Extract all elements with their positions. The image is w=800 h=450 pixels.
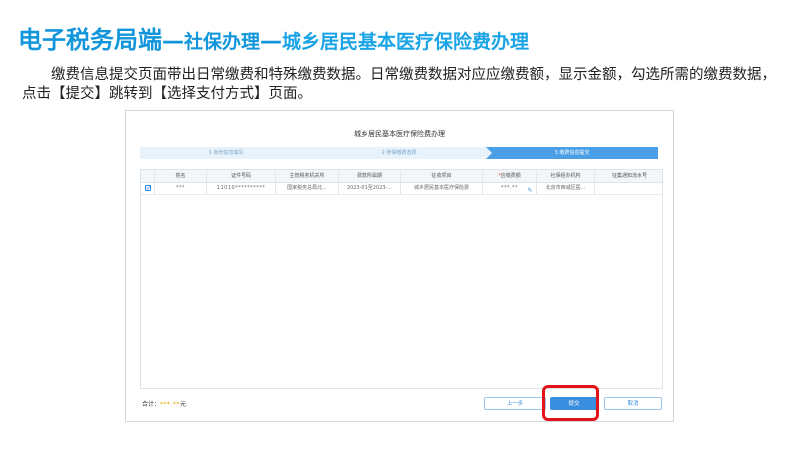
title-dash: — bbox=[162, 29, 184, 54]
screenshot-frame: 城乡居民基本医疗保险费办理 1 身份信息填写 2 参保缴费选择 3 缴费信息提交… bbox=[125, 110, 674, 422]
total-label: 合计： bbox=[142, 401, 161, 408]
amount-value: ***.** bbox=[500, 185, 519, 191]
table-row[interactable]: *** 11010********** 国家税务总局北... 2023-01至2… bbox=[141, 183, 662, 195]
col-item: 征收项目 bbox=[401, 170, 483, 182]
col-period: 费款所属期 bbox=[339, 170, 401, 182]
title-dash: — bbox=[260, 29, 283, 54]
step-selection: 2 参保缴费选择 bbox=[312, 147, 492, 159]
col-amount-label: 应缴费额 bbox=[500, 173, 521, 179]
col-tax-office: 主管税务机关所 bbox=[276, 170, 339, 182]
header-checkbox-col bbox=[141, 170, 155, 182]
cell-agency: 北京市西城区医... bbox=[537, 183, 595, 194]
total-unit: 元 bbox=[179, 401, 186, 408]
cell-tax-office: 国家税务总局北... bbox=[276, 183, 339, 194]
cell-period: 2023-01至2023-... bbox=[339, 183, 401, 194]
edit-icon[interactable]: ✎ bbox=[527, 185, 533, 194]
col-serial: 征集通知流水号 bbox=[611, 173, 647, 179]
step-progress: 1 身份信息填写 2 参保缴费选择 3 缴费信息提交 bbox=[140, 147, 658, 159]
row-checkbox[interactable] bbox=[145, 183, 151, 194]
step-label: 1 身份信息填写 bbox=[208, 150, 244, 156]
slide-title: 电子税务局端—社保办理—城乡居民基本医疗保险费办理 bbox=[18, 20, 529, 55]
cell-id-number: 11010********** bbox=[207, 183, 276, 194]
title-sub-medical: 城乡居民基本医疗保险费办理 bbox=[282, 31, 530, 53]
submit-highlight-box bbox=[542, 385, 599, 421]
cell-name: *** bbox=[155, 183, 207, 194]
row-checkbox-cell bbox=[141, 183, 155, 194]
step-identity: 1 身份信息填写 bbox=[140, 147, 318, 159]
total-summary: 合计：***.**元 bbox=[142, 399, 186, 408]
cell-amount[interactable]: ***.** ✎ bbox=[483, 183, 537, 194]
col-amount: *应缴费额 bbox=[483, 170, 537, 182]
col-name: 姓名 bbox=[155, 170, 207, 182]
col-agency: 社保经办机构 bbox=[537, 170, 595, 182]
table-header: 姓名 证件号码 主管税务机关所 费款所属期 征收项目 *应缴费额 社保经办机构 … bbox=[141, 170, 662, 183]
cell-serial bbox=[595, 183, 664, 194]
step-label: 3 缴费信息提交 bbox=[554, 150, 590, 156]
cell-item: 城乡居民基本医疗保险费 bbox=[401, 183, 483, 194]
col-id-number: 证件号码 bbox=[207, 170, 276, 182]
step-submit-info: 3 缴费信息提交 bbox=[486, 147, 658, 159]
step-arrow-icon bbox=[312, 147, 318, 159]
cancel-button[interactable]: 取消 bbox=[604, 397, 662, 410]
total-amount: ***.** bbox=[160, 401, 180, 408]
prev-step-button[interactable]: 上一步 bbox=[484, 397, 546, 410]
title-main: 电子税务局端 bbox=[18, 26, 162, 54]
step-label: 2 参保缴费选择 bbox=[381, 150, 417, 156]
title-sub-social: 社保办理 bbox=[184, 31, 261, 53]
payment-table: 姓名 证件号码 主管税务机关所 费款所属期 征收项目 *应缴费额 社保经办机构 … bbox=[140, 169, 663, 389]
form-title: 城乡居民基本医疗保险费办理 bbox=[354, 130, 445, 138]
slide-description: 缴费信息提交页面带出日常缴费和特殊缴费数据。日常缴费数据对应应缴费额，显示金额，… bbox=[22, 67, 776, 102]
step-arrow-icon bbox=[486, 147, 492, 159]
